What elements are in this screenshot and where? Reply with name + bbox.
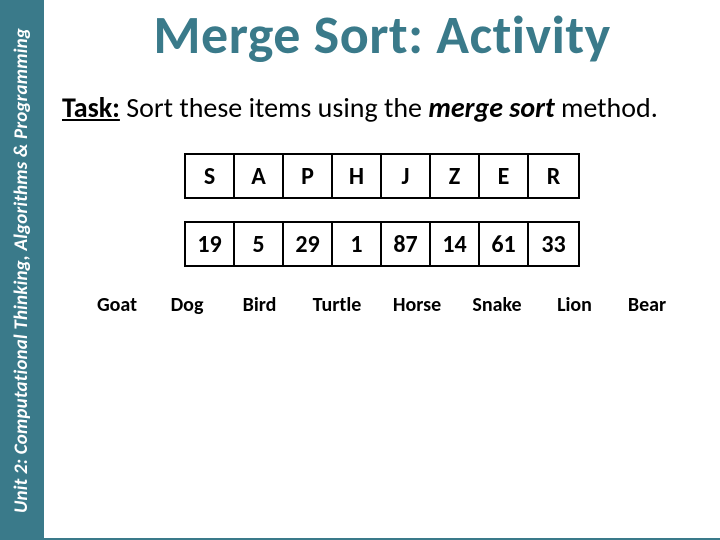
letter-cell: Z xyxy=(431,155,480,197)
number-cell: 33 xyxy=(529,223,578,265)
slide-content: Merge Sort: Activity Task: Sort these it… xyxy=(44,0,720,540)
animal-cell: Horse xyxy=(377,293,457,317)
animals-row: Goat Dog Bird Turtle Horse Snake Lion Be… xyxy=(62,293,702,317)
task-method: merge sort xyxy=(428,90,554,125)
number-cell: 61 xyxy=(480,223,529,265)
task-text-2: method. xyxy=(555,90,658,125)
sidebar-unit-band: Unit 2: Computational Thinking, Algorith… xyxy=(0,0,44,540)
number-cell: 14 xyxy=(431,223,480,265)
slide-title: Merge Sort: Activity xyxy=(62,2,702,68)
numbers-row-wrap: 19 5 29 1 87 14 61 33 xyxy=(62,221,702,267)
animal-cell: Lion xyxy=(537,293,612,317)
animal-cell: Snake xyxy=(457,293,537,317)
letters-row-wrap: S A P H J Z E R xyxy=(62,153,702,199)
letter-cell: H xyxy=(333,155,382,197)
letter-cell: P xyxy=(284,155,333,197)
animal-cell: Turtle xyxy=(297,293,377,317)
letter-cell: J xyxy=(382,155,431,197)
letters-row: S A P H J Z E R xyxy=(184,153,580,199)
numbers-row: 19 5 29 1 87 14 61 33 xyxy=(184,221,580,267)
letter-cell: E xyxy=(480,155,529,197)
number-cell: 29 xyxy=(284,223,333,265)
animal-cell: Dog xyxy=(152,293,222,317)
task-text-1: Sort these items using the xyxy=(120,90,428,125)
task-paragraph: Task: Sort these items using the merge s… xyxy=(62,90,702,125)
number-cell: 5 xyxy=(235,223,284,265)
letter-cell: S xyxy=(186,155,235,197)
animal-cell: Bird xyxy=(222,293,297,317)
letter-cell: R xyxy=(529,155,578,197)
animal-cell: Bear xyxy=(612,293,682,317)
task-label: Task: xyxy=(62,90,120,125)
number-cell: 87 xyxy=(382,223,431,265)
number-cell: 1 xyxy=(333,223,382,265)
number-cell: 19 xyxy=(186,223,235,265)
letter-cell: A xyxy=(235,155,284,197)
sidebar-unit-label: Unit 2: Computational Thinking, Algorith… xyxy=(11,27,34,512)
animal-cell: Goat xyxy=(82,293,152,317)
